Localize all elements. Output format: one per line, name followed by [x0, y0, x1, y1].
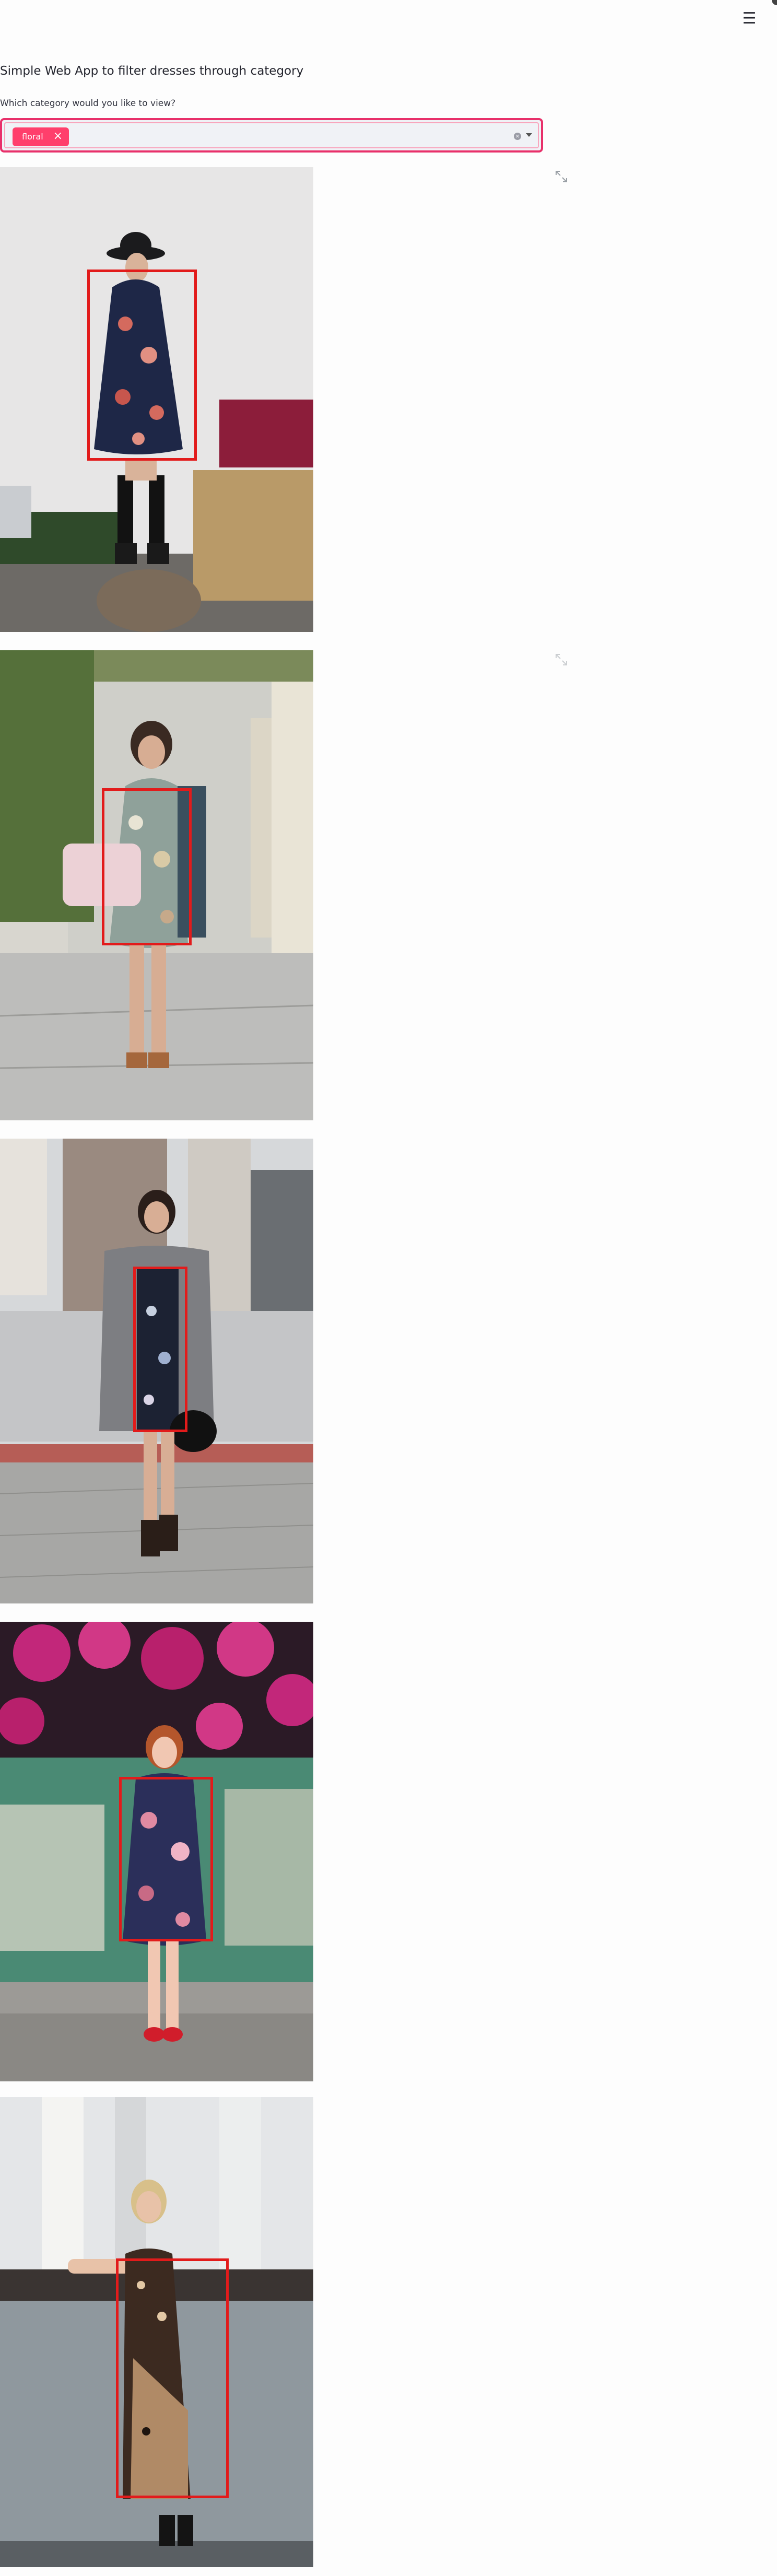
detection-bounding-box [133, 1267, 187, 1432]
multiselect-focus-ring [4, 122, 539, 148]
fullscreen-expand-icon[interactable] [555, 170, 568, 183]
status-indicator [772, 0, 777, 5]
result-image [0, 1622, 313, 2081]
result-image [0, 167, 313, 632]
result-image [0, 1139, 313, 1603]
result-image [0, 2097, 313, 2567]
detection-bounding-box [87, 270, 197, 461]
clear-icon[interactable]: × [514, 133, 521, 140]
selected-tag-floral[interactable]: floral × [13, 127, 69, 146]
detection-bounding-box [116, 2258, 229, 2498]
category-select-label: Which category would you like to view? [0, 98, 176, 109]
hamburger-menu-button[interactable]: ☰ [742, 11, 757, 27]
remove-tag-icon[interactable]: × [53, 127, 63, 145]
page-title: Simple Web App to filter dresses through… [0, 64, 304, 78]
detection-bounding-box [119, 1777, 213, 1941]
category-multiselect[interactable]: floral × × [0, 118, 543, 153]
result-image [0, 650, 313, 1120]
selected-tag-label: floral [22, 132, 43, 142]
app-page: ☰ Simple Web App to filter dresses throu… [0, 0, 777, 2576]
detection-bounding-box [102, 788, 192, 945]
fullscreen-expand-icon[interactable] [555, 653, 568, 666]
chevron-down-icon[interactable] [526, 133, 532, 137]
